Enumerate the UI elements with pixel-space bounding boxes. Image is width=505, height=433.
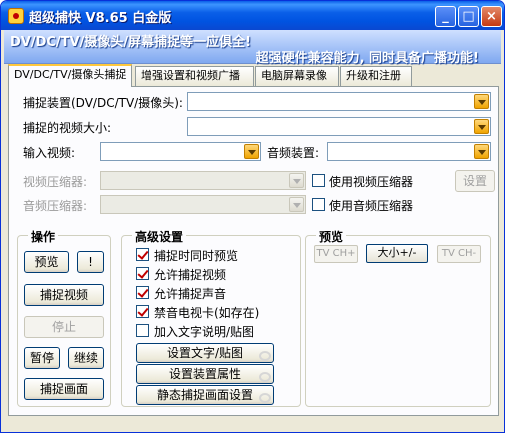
preview-group: 预览 TV CH+ 大小+/- TV CH-	[305, 228, 491, 407]
compressor-settings-button[interactable]: 设置	[455, 170, 495, 192]
tab-upgrade-register[interactable]: 升级和注册	[340, 66, 412, 86]
resume-button[interactable]: 继续	[68, 347, 104, 369]
preview-title: 预览	[316, 228, 347, 245]
still-capture-settings-label: 静态捕捉画面设置	[156, 388, 253, 402]
chevron-down-icon[interactable]	[474, 144, 489, 159]
chevron-down-icon[interactable]	[244, 144, 259, 159]
tv-channel-down-button[interactable]: TV CH-	[437, 245, 481, 263]
close-button[interactable]: ×	[481, 6, 502, 27]
capture-device-select[interactable]	[187, 92, 491, 111]
video-compressor-label: 视频压缩器:	[23, 175, 88, 189]
advanced-settings-title: 高级设置	[132, 228, 187, 245]
input-video-label: 输入视频:	[23, 146, 76, 160]
use-audio-compressor-label: 使用音频压缩器	[329, 199, 414, 213]
maximize-button[interactable]: □	[458, 6, 479, 27]
advanced-settings-group: 高级设置 捕捉时同时预览 允许捕捉视频 允许捕捉声音 禁音电视卡(如存在) 加入…	[121, 228, 301, 407]
option-mute-tv-card-label: 禁音电视卡(如存在)	[154, 306, 260, 320]
video-size-label: 捕捉的视频大小:	[23, 121, 112, 135]
banner-line-1: DV/DC/TV/摄像头/屏幕捕捉等一应俱全!	[10, 35, 252, 50]
option-preview-while-capture-checkbox[interactable]	[136, 248, 149, 261]
input-video-select[interactable]	[100, 142, 261, 161]
app-icon	[8, 8, 24, 24]
decoration-icon	[259, 351, 271, 361]
video-size-select[interactable]	[187, 117, 491, 136]
capture-device-label: 捕捉装置(DV/DC/TV/摄像头):	[23, 96, 183, 110]
promo-banner: DV/DC/TV/摄像头/屏幕捕捉等一应俱全! 超强硬件兼容能力, 同时具备广播…	[4, 30, 501, 66]
tab-capture[interactable]: DV/DC/TV/摄像头捕捉	[8, 64, 132, 87]
option-allow-audio-checkbox[interactable]	[136, 286, 149, 299]
tab-enhanced-broadcast[interactable]: 增强设置和视频广播	[135, 66, 254, 86]
pause-button[interactable]: 暂停	[24, 347, 60, 369]
set-text-overlay-label: 设置文字/贴图	[166, 346, 244, 360]
capture-frame-button[interactable]: 捕捉画面	[24, 378, 104, 400]
minimize-button[interactable]: _	[435, 6, 456, 27]
option-add-text-overlay-checkbox[interactable]	[136, 324, 149, 337]
decoration-icon	[259, 393, 271, 403]
device-properties-button[interactable]: 设置装置属性	[136, 364, 274, 384]
tv-channel-up-button[interactable]: TV CH+	[314, 245, 358, 263]
preview-button[interactable]: 预览	[24, 251, 69, 273]
video-compressor-select[interactable]	[100, 171, 306, 190]
still-capture-settings-button[interactable]: 静态捕捉画面设置	[136, 385, 274, 405]
size-toggle-button[interactable]: 大小+/-	[366, 244, 428, 263]
chevron-down-icon[interactable]	[474, 94, 489, 109]
chevron-down-icon[interactable]	[289, 197, 304, 212]
use-video-compressor-checkbox[interactable]	[312, 174, 325, 187]
operations-title: 操作	[28, 228, 59, 245]
decoration-icon	[259, 372, 271, 382]
audio-device-label: 音频装置:	[267, 146, 320, 160]
option-allow-video-checkbox[interactable]	[136, 267, 149, 280]
use-audio-compressor-checkbox[interactable]	[312, 198, 325, 211]
banner-line-2: 超强硬件兼容能力, 同时具备广播功能!	[255, 51, 479, 66]
audio-device-select[interactable]	[327, 142, 491, 161]
chevron-down-icon[interactable]	[289, 173, 304, 188]
option-mute-tv-card-checkbox[interactable]	[136, 305, 149, 318]
tab-panel-capture: 捕捉装置(DV/DC/TV/摄像头): 捕捉的视频大小: 输入视频: 音频装置:…	[8, 86, 499, 416]
option-preview-while-capture-label: 捕捉时同时预览	[154, 249, 239, 263]
main-window: 超级捕快 V8.65 白金版 _ □ × DV/DC/TV/摄像头/屏幕捕捉等一…	[0, 0, 505, 433]
stop-button[interactable]: 停止	[24, 316, 104, 338]
option-add-text-overlay-label: 加入文字说明/贴图	[154, 325, 255, 339]
audio-compressor-label: 音频压缩器:	[23, 199, 88, 213]
exclaim-button[interactable]: !	[77, 251, 104, 273]
tab-screen-record[interactable]: 电脑屏幕录像	[255, 66, 339, 86]
capture-video-button[interactable]: 捕捉视频	[24, 284, 104, 306]
audio-compressor-select[interactable]	[100, 195, 306, 214]
set-text-overlay-button[interactable]: 设置文字/贴图	[136, 343, 274, 363]
device-properties-label: 设置装置属性	[168, 367, 241, 381]
option-allow-audio-label: 允许捕捉声音	[154, 287, 227, 301]
title-bar[interactable]: 超级捕快 V8.65 白金版 _ □ ×	[1, 1, 504, 30]
option-allow-video-label: 允许捕捉视频	[154, 268, 227, 282]
use-video-compressor-label: 使用视频压缩器	[329, 175, 414, 189]
window-title: 超级捕快 V8.65 白金版	[29, 11, 172, 26]
operations-group: 操作 预览 ! 捕捉视频 停止 暂停 继续 捕捉画面	[17, 228, 111, 407]
chevron-down-icon[interactable]	[474, 119, 489, 134]
